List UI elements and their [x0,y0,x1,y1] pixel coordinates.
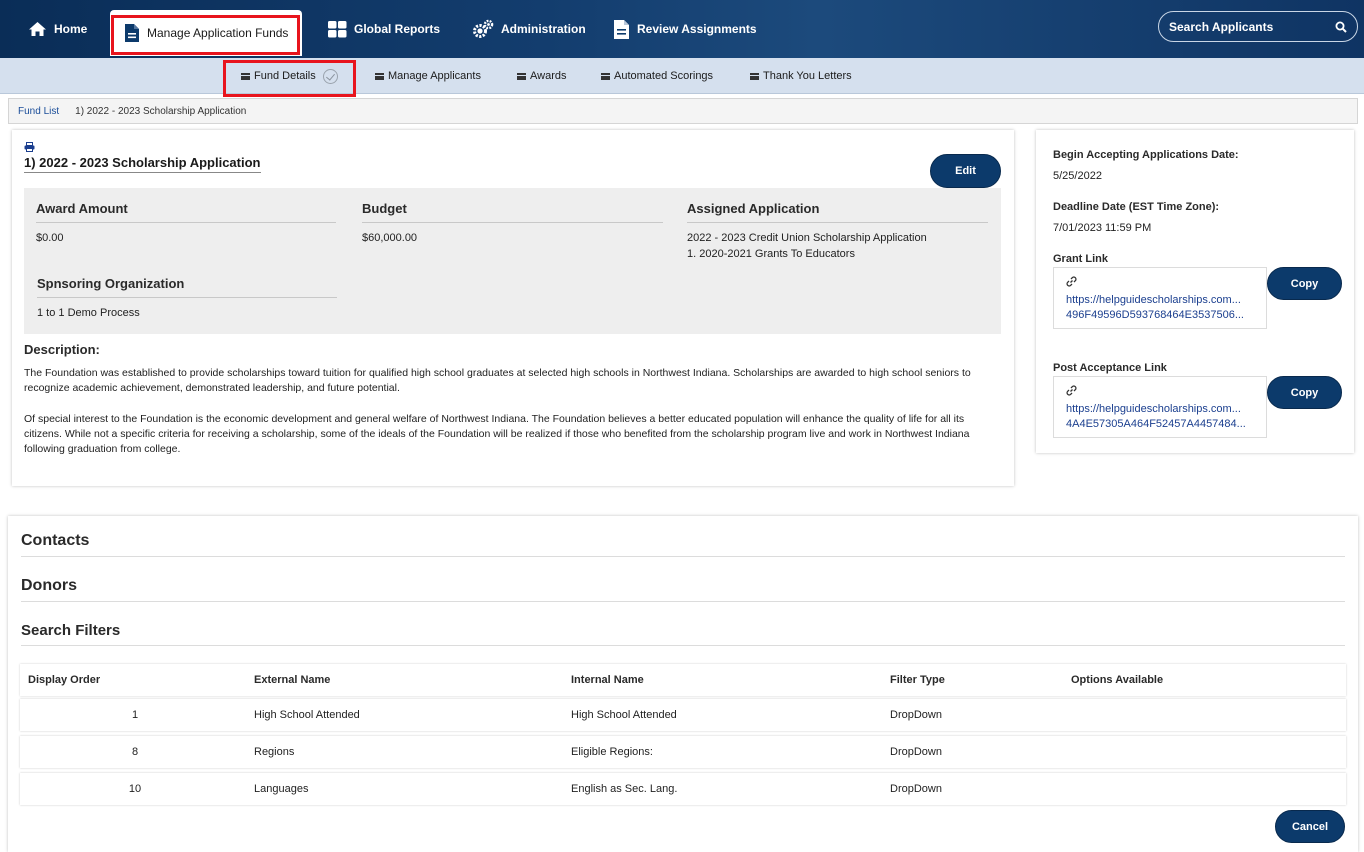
grant-link-box: https://helpguidescholarships.com... 496… [1053,267,1267,329]
copy-post-acceptance-link-button[interactable]: Copy [1267,376,1342,409]
deadline-date-label: Deadline Date (EST Time Zone): [1053,201,1220,213]
external-name-cell: High School Attended [254,709,360,721]
nav-administration[interactable]: Administration [472,0,586,58]
nav-administration-label: Administration [501,22,586,36]
grant-link-url-1[interactable]: https://helpguidescholarships.com... [1066,293,1254,309]
nav-global-reports[interactable]: Global Reports [328,0,440,58]
subnav-automated-scorings[interactable]: Automated Scorings [601,58,713,94]
begin-date-value: 5/25/2022 [1053,170,1102,182]
display-order-cell: 8 [131,746,139,758]
internal-name-cell: High School Attended [571,709,677,721]
search-icon[interactable] [1335,21,1347,33]
document-icon [614,19,629,39]
print-icon[interactable] [24,142,35,152]
award-amount-label: Award Amount [36,201,336,223]
internal-name-cell: Eligible Regions: [571,746,653,758]
filter-type-cell: DropDown [890,783,942,795]
contacts-section-header[interactable]: Contacts [21,532,1345,557]
column-header-display-order: Display Order [28,674,101,686]
sponsoring-organization-field: Spnsoring Organization 1 to 1 Demo Proce… [37,276,337,321]
grant-link-url-2[interactable]: 496F49596D593768464E3537506... [1066,308,1254,324]
table-row[interactable]: 8 Regions Eligible Regions: DropDown [20,736,1346,768]
donors-section-header[interactable]: Donors [21,577,1345,602]
budget-field: Budget $60,000.00 [362,201,663,246]
subnav-automated-scorings-label: Automated Scorings [614,70,714,82]
menu-icon [601,72,610,80]
subnav-manage-applicants[interactable]: Manage Applicants [375,58,481,94]
sub-navigation-bar: Fund Details Manage Applicants Awards Au… [0,58,1364,94]
highlight-box-manage-funds [111,15,300,55]
assigned-application-field: Assigned Application 2022 - 2023 Credit … [687,201,988,262]
search-placeholder: Search Applicants [1169,19,1274,34]
subnav-awards[interactable]: Awards [517,58,566,94]
link-icon [1066,276,1077,287]
award-amount-value: $0.00 [36,232,64,244]
nav-review-assignments-label: Review Assignments [637,22,757,36]
budget-value: $60,000.00 [362,232,418,244]
budget-label: Budget [362,201,663,223]
home-icon [29,22,46,36]
subnav-thank-you-letters[interactable]: Thank You Letters [750,58,852,94]
description-paragraph-2: Of special interest to the Foundation is… [24,412,970,456]
table-row[interactable]: 1 High School Attended High School Atten… [20,699,1346,731]
table-row[interactable]: 10 Languages English as Sec. Lang. DropD… [20,773,1346,805]
grant-link-label: Grant Link [1053,253,1109,265]
nav-review-assignments[interactable]: Review Assignments [613,0,757,58]
gears-icon [473,19,494,38]
nav-global-reports-label: Global Reports [354,22,441,36]
description-text: The Foundation was established to provid… [24,366,994,472]
fund-info-box: Award Amount $0.00 Budget $60,000.00 Ass… [24,188,1001,334]
search-filters-table-header: Display Order External Name Internal Nam… [20,664,1346,696]
fund-sections-panel: Contacts Donors Search Filters Display O… [8,516,1358,852]
post-acceptance-link-box: https://helpguidescholarships.com... 4A4… [1053,376,1267,438]
fund-details-panel: 1) 2022 - 2023 Scholarship Application E… [12,130,1014,486]
nav-home[interactable]: Home [28,0,87,58]
assigned-application-1: 2022 - 2023 Credit Union Scholarship App… [687,232,927,244]
begin-date-label: Begin Accepting Applications Date: [1053,149,1239,161]
sponsoring-organization-value: 1 to 1 Demo Process [37,307,140,319]
fund-title: 1) 2022 - 2023 Scholarship Application [24,155,261,173]
internal-name-cell: English as Sec. Lang. [571,783,678,795]
subnav-thank-you-letters-label: Thank You Letters [763,70,852,82]
deadline-date-value: 7/01/2023 11:59 PM [1053,222,1152,234]
filter-type-cell: DropDown [890,709,942,721]
subnav-awards-label: Awards [530,70,567,82]
column-header-filter-type: Filter Type [890,674,945,686]
menu-icon [517,72,526,80]
column-header-options-available: Options Available [1071,674,1164,686]
cancel-button[interactable]: Cancel [1275,810,1345,843]
post-acceptance-url-1[interactable]: https://helpguidescholarships.com... [1066,402,1254,418]
column-header-internal-name: Internal Name [571,674,644,686]
nav-home-label: Home [54,22,88,36]
copy-grant-link-button[interactable]: Copy [1267,267,1342,300]
menu-icon [750,72,759,80]
search-filters-section-header[interactable]: Search Filters [21,622,1345,646]
display-order-cell: 10 [128,783,142,795]
assigned-application-label: Assigned Application [687,201,988,223]
post-acceptance-url-2[interactable]: 4A4E57305A464F52457A4457484... [1066,417,1254,433]
breadcrumb-current: 1) 2022 - 2023 Scholarship Application [75,105,247,117]
fund-dates-links-panel: Begin Accepting Applications Date: 5/25/… [1036,130,1354,453]
post-acceptance-link-label: Post Acceptance Link [1053,362,1167,374]
external-name-cell: Languages [254,783,309,795]
award-amount-field: Award Amount $0.00 [36,201,336,246]
breadcrumb: Fund List 1) 2022 - 2023 Scholarship App… [8,98,1358,124]
sponsoring-organization-label: Spnsoring Organization [37,276,337,298]
assigned-application-2: 1. 2020-2021 Grants To Educators [687,248,855,260]
subnav-manage-applicants-label: Manage Applicants [388,70,481,82]
assigned-application-values: 2022 - 2023 Credit Union Scholarship App… [687,230,988,262]
description-label: Description: [24,342,100,357]
link-icon [1066,385,1077,396]
edit-button[interactable]: Edit [930,154,1001,188]
filter-type-cell: DropDown [890,746,942,758]
column-header-external-name: External Name [254,674,331,686]
search-applicants-input[interactable]: Search Applicants [1158,11,1358,42]
external-name-cell: Regions [254,746,295,758]
breadcrumb-fund-list-link[interactable]: Fund List [18,106,59,117]
highlight-box-fund-details [223,60,356,97]
grid-icon [328,20,347,37]
description-paragraph-1: The Foundation was established to provid… [24,367,971,395]
display-order-cell: 1 [131,709,139,721]
menu-icon [375,72,384,80]
